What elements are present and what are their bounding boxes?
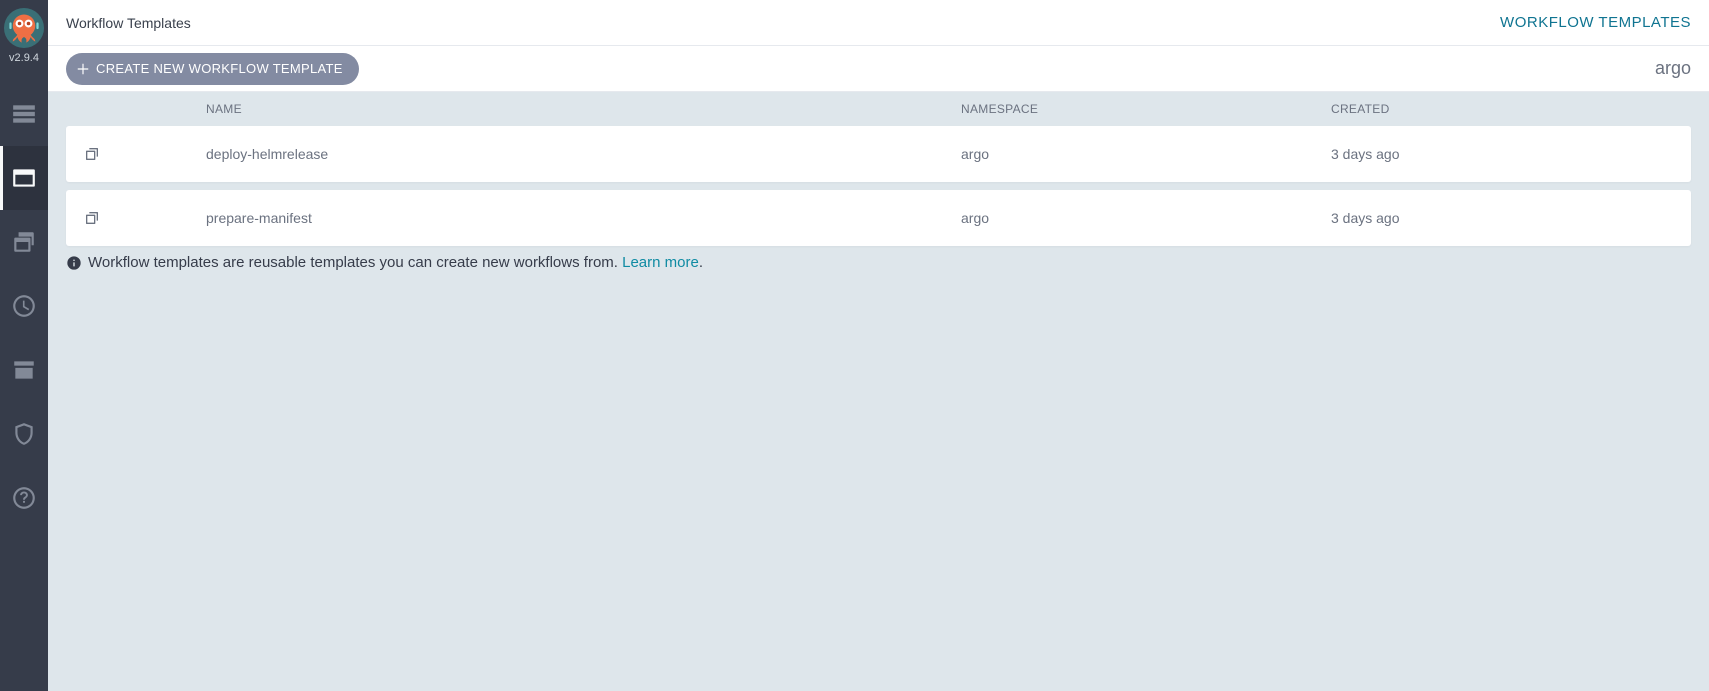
main: Workflow Templates WORKFLOW TEMPLATES CR… (48, 0, 1709, 691)
row-created: 3 days ago (1331, 146, 1691, 162)
primary-nav (0, 82, 48, 530)
create-template-button[interactable]: CREATE NEW WORKFLOW TEMPLATE (66, 53, 359, 85)
question-circle-icon (11, 485, 37, 511)
namespace-indicator[interactable]: argo (1655, 58, 1691, 79)
version-label: v2.9.4 (9, 52, 39, 64)
learn-more-link[interactable]: Learn more (622, 254, 699, 271)
nav-archived[interactable] (0, 338, 48, 402)
info-banner: Workflow templates are reusable template… (66, 254, 1691, 271)
nav-help[interactable] (0, 466, 48, 530)
window-maximize-icon (11, 165, 37, 191)
clone-icon (84, 146, 100, 162)
row-icon (66, 146, 206, 162)
row-name: deploy-helmrelease (206, 146, 961, 162)
row-icon (66, 210, 206, 226)
page-title-right: WORKFLOW TEMPLATES (1500, 14, 1691, 31)
row-created: 3 days ago (1331, 210, 1691, 226)
sidebar: v2.9.4 (0, 0, 48, 691)
info-text: Workflow templates are reusable template… (88, 254, 622, 271)
nav-cron-workflows[interactable] (0, 274, 48, 338)
row-namespace: argo (961, 210, 1331, 226)
nav-cluster-templates[interactable] (0, 210, 48, 274)
shield-icon (11, 421, 37, 447)
table-header: NAME NAMESPACE CREATED (66, 92, 1691, 126)
stream-icon (11, 101, 37, 127)
col-namespace-header: NAMESPACE (961, 102, 1331, 116)
nav-workflow-templates[interactable] (0, 146, 48, 210)
plus-icon (76, 62, 90, 76)
topbar: Workflow Templates WORKFLOW TEMPLATES (48, 0, 1709, 46)
table-row[interactable]: deploy-helmrelease argo 3 days ago (66, 126, 1691, 182)
info-circle-icon (66, 255, 82, 271)
breadcrumb: Workflow Templates (66, 15, 191, 31)
col-name-header: NAME (206, 102, 961, 116)
table-row[interactable]: prepare-manifest argo 3 days ago (66, 190, 1691, 246)
content: NAME NAMESPACE CREATED deploy-helmreleas… (48, 92, 1709, 291)
archive-icon (11, 357, 37, 383)
toolbar: CREATE NEW WORKFLOW TEMPLATE argo (48, 46, 1709, 92)
row-namespace: argo (961, 146, 1331, 162)
row-name: prepare-manifest (206, 210, 961, 226)
clock-icon (11, 293, 37, 319)
octopus-icon (6, 10, 42, 46)
create-template-label: CREATE NEW WORKFLOW TEMPLATE (96, 61, 343, 76)
clone-icon (84, 210, 100, 226)
nav-workflows[interactable] (0, 82, 48, 146)
info-suffix: . (699, 254, 703, 271)
col-created-header: CREATED (1331, 102, 1691, 116)
argo-logo[interactable] (4, 8, 44, 48)
nav-security[interactable] (0, 402, 48, 466)
window-restore-icon (11, 229, 37, 255)
templates-table: NAME NAMESPACE CREATED deploy-helmreleas… (66, 92, 1691, 246)
